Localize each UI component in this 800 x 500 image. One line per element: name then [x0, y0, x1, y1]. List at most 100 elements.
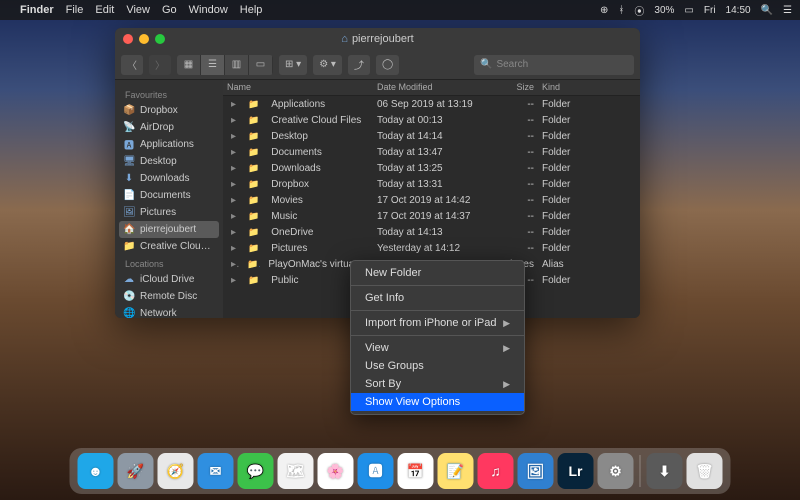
sidebar-item-network[interactable]: 🌐Network [115, 305, 223, 318]
dock-launchpad[interactable]: 🚀 [118, 453, 154, 489]
folder-icon: 📁 [243, 257, 260, 272]
sidebar-item-pictures[interactable]: 🖼Pictures [115, 204, 223, 221]
dock-notes[interactable]: 📝 [438, 453, 474, 489]
disclosure-icon[interactable]: ▸ [227, 145, 240, 160]
dock-appstore[interactable]: 🅰 [358, 453, 394, 489]
ctx-get-info[interactable]: Get Info [351, 289, 524, 307]
view-switcher[interactable]: ▦ ☰ ▥ ▭ [177, 55, 273, 75]
sidebar-item-dropbox[interactable]: 📦Dropbox [115, 102, 223, 119]
ctx-view[interactable]: View▶ [351, 339, 524, 357]
icon-view-icon[interactable]: ▦ [177, 55, 201, 75]
share-button[interactable]: ⤴ [348, 55, 370, 75]
back-button[interactable]: 〈 [121, 55, 143, 75]
app-name[interactable]: Finder [20, 4, 54, 16]
ctx-new-folder[interactable]: New Folder [351, 264, 524, 282]
notes-icon: 📝 [447, 463, 464, 480]
sidebar-item-airdrop[interactable]: 📡 AirDrop [115, 119, 223, 136]
disclosure-icon[interactable]: ▸ [227, 273, 240, 288]
disclosure-icon[interactable]: ▸ [227, 129, 240, 144]
mail-icon: ✉ [210, 463, 222, 480]
sidebar-item-documents[interactable]: 📄Documents [115, 187, 223, 204]
sidebar-item-icloud-drive[interactable]: ☁iCloud Drive [115, 271, 223, 288]
disclosure-icon[interactable]: ▸ [227, 241, 240, 256]
sidebar-item-applications[interactable]: 🅰Applications [115, 136, 223, 153]
disclosure-icon[interactable]: ▸ [227, 193, 240, 208]
status-icon[interactable]: ⊕ [600, 5, 608, 16]
gallery-view-icon[interactable]: ▭ [249, 55, 273, 75]
notification-icon[interactable]: ☰ [783, 5, 792, 16]
dock-mail[interactable]: ✉ [198, 453, 234, 489]
dock-photos[interactable]: 🌸 [318, 453, 354, 489]
list-view-icon[interactable]: ☰ [201, 55, 225, 75]
ctx-import[interactable]: Import from iPhone or iPad▶ [351, 314, 524, 332]
col-kind[interactable]: Kind [538, 80, 598, 95]
folder-icon: 📁 [244, 145, 263, 160]
file-size: -- [488, 193, 538, 208]
sidebar-item-remote-disc[interactable]: 💿Remote Disc [115, 288, 223, 305]
battery-icon[interactable]: ▭ [684, 5, 693, 16]
disclosure-icon[interactable]: ▸ [227, 113, 240, 128]
dock-safari[interactable]: 🧭 [158, 453, 194, 489]
menu-file[interactable]: File [66, 4, 84, 16]
clock-time[interactable]: 14:50 [726, 5, 751, 16]
dock-maps[interactable]: 🗺 [278, 453, 314, 489]
ctx-show-view-options[interactable]: Show View Options [351, 393, 524, 411]
menu-help[interactable]: Help [240, 4, 263, 16]
dock-settings[interactable]: ⚙ [598, 453, 634, 489]
sidebar-item-downloads[interactable]: ⬇Downloads [115, 170, 223, 187]
menu-go[interactable]: Go [162, 4, 177, 16]
sidebar-item-creative-clou-[interactable]: 📁Creative Clou… [115, 238, 223, 255]
file-size: -- [488, 225, 538, 240]
context-menu: New Folder Get Info Import from iPhone o… [350, 260, 525, 415]
wifi-icon[interactable]: ⦿ [634, 3, 644, 18]
menu-edit[interactable]: Edit [95, 4, 114, 16]
favourites-heading: Favourites [115, 86, 223, 102]
folder-icon: 📄 [123, 190, 135, 201]
disclosure-icon[interactable]: ▸ [227, 257, 239, 272]
bluetooth-icon[interactable]: ᚼ [618, 5, 624, 16]
menu-view[interactable]: View [126, 4, 150, 16]
column-headers[interactable]: Name Date Modified Size Kind [223, 80, 640, 96]
file-name: Documents [267, 145, 326, 160]
file-date: Today at 13:31 [373, 177, 488, 192]
file-kind: Folder [538, 225, 598, 240]
sidebar-item-desktop[interactable]: 🖥Desktop [115, 153, 223, 170]
action-button[interactable]: ⚙ ▾ [313, 55, 342, 75]
clock-day[interactable]: Fri [704, 5, 716, 16]
spotlight-icon[interactable]: 🔍 [761, 5, 773, 16]
sidebar-item-label: Desktop [140, 156, 177, 167]
disclosure-icon[interactable]: ▸ [227, 225, 240, 240]
dock-downloads[interactable]: ⬇ [647, 453, 683, 489]
dock-music[interactable]: ♫ [478, 453, 514, 489]
col-size[interactable]: Size [488, 80, 538, 95]
ctx-sort-by[interactable]: Sort By▶ [351, 375, 524, 393]
col-date[interactable]: Date Modified [373, 80, 488, 95]
dock-messages[interactable]: 💬 [238, 453, 274, 489]
arrange-button[interactable]: ⊞ ▾ [279, 55, 307, 75]
tags-button[interactable]: ◯ [376, 55, 399, 75]
folder-icon: 📁 [244, 161, 263, 176]
disclosure-icon[interactable]: ▸ [227, 97, 240, 112]
dock-calendar[interactable]: 📅 [398, 453, 434, 489]
sidebar-item-pierrejoubert[interactable]: 🏠pierrejoubert [119, 221, 219, 238]
ctx-use-groups[interactable]: Use Groups [351, 357, 524, 375]
forward-button[interactable]: 〉 [149, 55, 171, 75]
disclosure-icon[interactable]: ▸ [227, 177, 240, 192]
search-input[interactable]: 🔍 Search [474, 55, 634, 75]
col-name[interactable]: Name [223, 80, 373, 95]
disclosure-icon[interactable]: ▸ [227, 209, 240, 224]
menu-window[interactable]: Window [189, 4, 228, 16]
disclosure-icon[interactable]: ▸ [227, 161, 240, 176]
dock-preview[interactable]: 🖼 [518, 453, 554, 489]
dock-trash[interactable]: 🗑 [687, 453, 723, 489]
trash-icon: 🗑 [696, 463, 714, 480]
column-view-icon[interactable]: ▥ [225, 55, 249, 75]
dock-lightroom[interactable]: Lr [558, 453, 594, 489]
file-kind: Folder [538, 193, 598, 208]
dock-finder[interactable]: ☻ [78, 453, 114, 489]
file-kind: Alias [538, 257, 598, 272]
file-name: Creative Cloud Files [267, 113, 365, 128]
folder-icon: 📡 [123, 122, 135, 133]
battery-percent[interactable]: 30% [654, 5, 674, 16]
sidebar-item-label: AirDrop [140, 122, 174, 133]
